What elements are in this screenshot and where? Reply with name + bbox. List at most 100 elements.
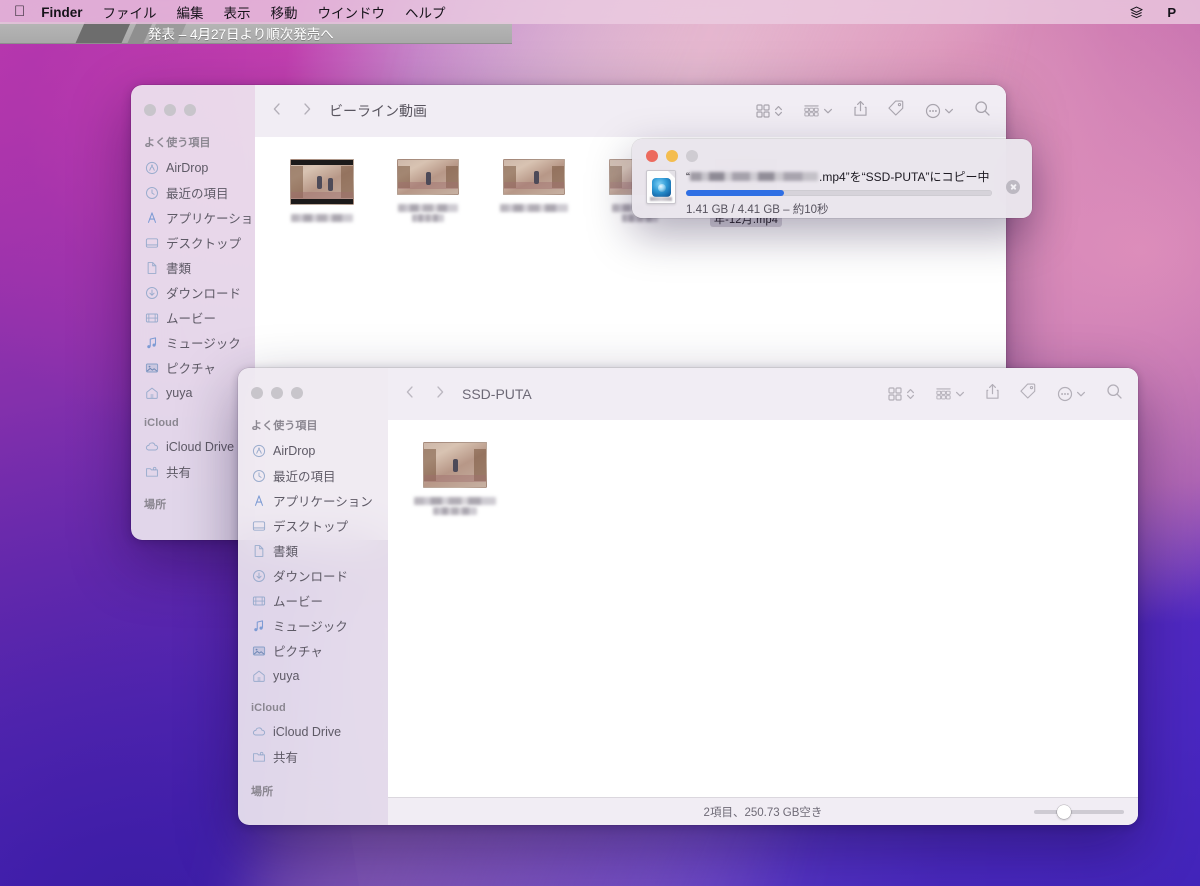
sidebar-item-downloads[interactable]: ダウンロード <box>131 280 255 305</box>
quicktime-movie-icon <box>646 170 676 204</box>
window-title: SSD-PUTA <box>462 386 532 402</box>
maximize-button[interactable] <box>184 104 196 116</box>
sidebar-item-movies[interactable]: ムービー <box>131 305 255 330</box>
view-mode-button[interactable] <box>887 386 915 402</box>
stack-icon[interactable] <box>1118 5 1155 20</box>
sidebar-section-icloud: iCloud <box>251 702 286 714</box>
ellipsis-circle-icon <box>1057 386 1073 402</box>
menu-item-finder[interactable]: Finder <box>37 5 92 20</box>
view-mode-button[interactable] <box>755 103 783 119</box>
sidebar-item-label: ムービー <box>166 312 217 326</box>
dialog-body: “ .mp4”を“SSD-PUTA”にコピー中 1.41 GB / 4.41 G… <box>632 162 1032 217</box>
sidebar-item-applications[interactable]: アプリケーション <box>238 488 388 513</box>
toolbar: ビーライン動画 <box>255 85 1006 137</box>
menu-item-go[interactable]: 移動 <box>261 2 308 22</box>
sidebar-item-shared[interactable]: 共有 <box>131 459 255 484</box>
maximize-button[interactable] <box>686 150 698 162</box>
forward-button[interactable] <box>301 102 313 120</box>
list-item[interactable] <box>375 155 481 235</box>
search-button[interactable] <box>1106 383 1123 405</box>
sidebar-item-shared[interactable]: 共有 <box>238 744 388 769</box>
toolbar: SSD-PUTA <box>388 368 1138 420</box>
minimize-button[interactable] <box>666 150 678 162</box>
chevron-down-icon <box>945 108 953 114</box>
sidebar: よく使う項目 AirDrop 最近の項目 アプリケーション デスクトップ 書類 … <box>238 368 388 825</box>
sidebar-item-icloud-drive[interactable]: iCloud Drive <box>238 719 388 744</box>
downloads-icon <box>251 568 266 583</box>
close-button[interactable] <box>251 387 263 399</box>
background-window[interactable]: 発表 – 4月27日より順次発売へ <box>0 22 512 44</box>
file-grid-area[interactable]: 年-12月.mp4 <box>388 420 1138 797</box>
paste-p-icon[interactable]: P <box>1155 5 1190 20</box>
svg-text:P: P <box>1167 5 1176 20</box>
close-button[interactable] <box>646 150 658 162</box>
menu-item-window[interactable]: ウインドウ <box>308 2 396 22</box>
search-button[interactable] <box>974 100 991 122</box>
sidebar-item-desktop[interactable]: デスクトップ <box>238 513 388 538</box>
sidebar-item-label: iCloud Drive <box>166 439 235 454</box>
icon-size-slider[interactable] <box>1034 804 1124 819</box>
pictures-icon <box>144 360 159 375</box>
group-by-button[interactable] <box>935 386 965 402</box>
traffic-lights <box>238 376 388 411</box>
more-actions-button[interactable] <box>925 103 954 119</box>
more-actions-button[interactable] <box>1057 386 1086 402</box>
back-button[interactable] <box>404 385 416 403</box>
status-bar: 2項目、250.73 GB空き <box>388 797 1138 825</box>
sidebar-item-documents[interactable]: 書類 <box>131 255 255 280</box>
toolbar-actions <box>755 100 991 122</box>
sidebar-item-airdrop[interactable]: AirDrop <box>238 438 388 463</box>
menu-item-file[interactable]: ファイル <box>93 2 167 22</box>
apple-logo-icon[interactable]:  <box>8 4 37 21</box>
sidebar-item-yuya[interactable]: yuya <box>131 380 255 405</box>
minimize-button[interactable] <box>271 387 283 399</box>
tag-button[interactable] <box>888 100 905 122</box>
sidebar-item-recents[interactable]: 最近の項目 <box>131 180 255 205</box>
movies-icon <box>144 310 159 325</box>
group-by-button[interactable] <box>803 103 833 119</box>
sidebar-item-movies[interactable]: ムービー <box>238 588 388 613</box>
tag-button[interactable] <box>1020 383 1037 405</box>
sidebar-item-label: デスクトップ <box>166 237 242 251</box>
copy-progress-dialog[interactable]: “ .mp4”を“SSD-PUTA”にコピー中 1.41 GB / 4.41 G… <box>632 139 1032 218</box>
minimize-button[interactable] <box>164 104 176 116</box>
sidebar-item-music[interactable]: ミュージック <box>238 613 388 638</box>
progress-bar <box>686 190 992 196</box>
sidebar-item-pictures[interactable]: ピクチャ <box>131 355 255 380</box>
sidebar-item-recents[interactable]: 最近の項目 <box>238 463 388 488</box>
dialog-content: “ .mp4”を“SSD-PUTA”にコピー中 1.41 GB / 4.41 G… <box>686 168 1018 217</box>
menu-item-view[interactable]: 表示 <box>214 2 261 22</box>
sidebar-item-label: 共有 <box>273 751 299 765</box>
close-button[interactable] <box>144 104 156 116</box>
sidebar-item-desktop[interactable]: デスクトップ <box>131 230 255 255</box>
share-button[interactable] <box>985 383 1000 405</box>
file-name <box>414 495 496 517</box>
sidebar-item-downloads[interactable]: ダウンロード <box>238 563 388 588</box>
menu-item-help[interactable]: ヘルプ <box>395 2 456 22</box>
sidebar-item-music[interactable]: ミュージック <box>131 330 255 355</box>
list-item[interactable] <box>402 438 508 525</box>
search-icon <box>1107 384 1122 399</box>
sidebar-item-documents[interactable]: 書類 <box>238 538 388 563</box>
back-button[interactable] <box>271 102 283 120</box>
chevron-down-icon <box>824 108 832 114</box>
forward-button[interactable] <box>434 385 446 403</box>
sidebar-item-icloud-drive[interactable]: iCloud Drive <box>131 434 255 459</box>
sidebar-item-pictures[interactable]: ピクチャ <box>238 638 388 663</box>
redacted-filename <box>690 172 818 181</box>
finder-window-ssd-puta[interactable]: よく使う項目 AirDrop 最近の項目 アプリケーション デスクトップ 書類 … <box>238 368 1138 825</box>
menu-item-edit[interactable]: 編集 <box>167 2 214 22</box>
list-item[interactable] <box>481 155 587 235</box>
sidebar-item-airdrop[interactable]: AirDrop <box>131 155 255 180</box>
sidebar-item-label: デスクトップ <box>273 520 349 534</box>
share-button[interactable] <box>853 100 868 122</box>
sidebar-item-applications[interactable]: アプリケーション <box>131 205 266 230</box>
list-item[interactable] <box>269 155 375 235</box>
maximize-button[interactable] <box>291 387 303 399</box>
icon-size-slider-knob[interactable] <box>1057 804 1072 819</box>
airdrop-icon <box>251 443 266 458</box>
sidebar-item-label: iCloud Drive <box>273 724 342 739</box>
sidebar-item-yuya[interactable]: yuya <box>238 663 388 688</box>
chevron-down-icon <box>1077 391 1085 397</box>
cancel-circle-icon[interactable] <box>1006 180 1020 194</box>
